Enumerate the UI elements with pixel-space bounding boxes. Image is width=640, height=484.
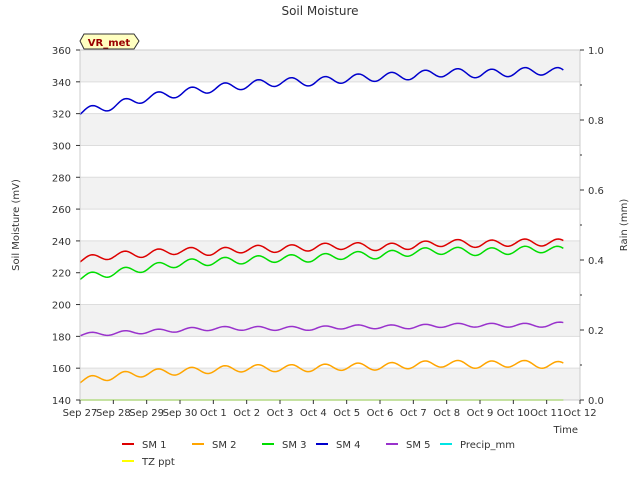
legend: SM 1 SM 2 SM 3 SM 4 SM 5 Precip_mm TZ ppt bbox=[122, 440, 515, 468]
y-tick-label: 160 bbox=[52, 364, 71, 375]
legend-label: TZ ppt bbox=[141, 457, 175, 468]
y-tick-label: 340 bbox=[52, 78, 71, 89]
legend-label: SM 4 bbox=[336, 440, 361, 451]
x-tick-label: Oct 6 bbox=[367, 408, 394, 419]
x-tick-label: Oct 1 bbox=[200, 408, 227, 419]
y2-axis-label: Rain (mm) bbox=[619, 199, 630, 252]
station-badge-label: VR_met bbox=[88, 38, 131, 49]
grid-band bbox=[80, 177, 580, 210]
grid-band bbox=[80, 368, 580, 400]
y-tick-label: 140 bbox=[52, 396, 71, 407]
y-tick-label: 300 bbox=[52, 141, 71, 152]
chart-container: Soil Moisture 140 160 180 200 220 240 260 280 30… bbox=[0, 0, 640, 480]
x-tick-label: Oct 5 bbox=[333, 408, 360, 419]
y2-tick-label: 0.4 bbox=[588, 256, 604, 267]
x-axis-label: Time bbox=[553, 425, 578, 436]
x-tick-label: Oct 2 bbox=[233, 408, 260, 419]
x-tick-label: Oct 3 bbox=[267, 408, 294, 419]
y2-tick-label: 0.2 bbox=[588, 326, 604, 337]
legend-label: SM 1 bbox=[142, 440, 167, 451]
y-tick-label: 360 bbox=[52, 46, 71, 57]
y-axis-label: Soil Moisture (mV) bbox=[11, 179, 22, 271]
station-badge: VR_met bbox=[79, 33, 140, 50]
x-tick-label: Oct 9 bbox=[467, 408, 494, 419]
y2-tick-label: 0.8 bbox=[588, 116, 604, 127]
y-tick-label: 280 bbox=[52, 173, 71, 184]
legend-label: SM 5 bbox=[406, 440, 431, 451]
x-tick-label: Oct 4 bbox=[300, 408, 327, 419]
y-tick-label: 220 bbox=[52, 269, 71, 280]
soil-moisture-chart: Soil Moisture 140 160 180 200 220 240 260 280 30… bbox=[11, 4, 630, 468]
y2-tick-label: 0.0 bbox=[588, 396, 604, 407]
y2-tick-label: 0.6 bbox=[588, 186, 604, 197]
legend-label: Precip_mm bbox=[460, 440, 515, 451]
y-tick-label: 260 bbox=[52, 205, 71, 216]
chart-title: Soil Moisture bbox=[281, 4, 358, 18]
x-tick-label: Oct 7 bbox=[400, 408, 427, 419]
grid-band bbox=[80, 113, 580, 146]
legend-label: SM 2 bbox=[212, 440, 237, 451]
x-tick-label: Oct 12 bbox=[563, 408, 596, 419]
y2-tick-label: 1.0 bbox=[588, 46, 604, 57]
y-tick-label: 180 bbox=[52, 332, 71, 343]
legend-label: SM 3 bbox=[282, 440, 307, 451]
y-tick-label: 320 bbox=[52, 110, 71, 121]
x-tick-label: Sep 30 bbox=[163, 408, 198, 419]
plot-frame bbox=[79, 49, 581, 401]
y-tick-label: 200 bbox=[52, 301, 71, 312]
x-tick-label: Oct 10 bbox=[497, 408, 530, 419]
x-tick-label: Oct 8 bbox=[433, 408, 460, 419]
x-tick-label: Sep 29 bbox=[129, 408, 164, 419]
x-tick-label: Sep 28 bbox=[96, 408, 131, 419]
grid-band bbox=[80, 304, 580, 337]
x-tick-label: Sep 27 bbox=[63, 408, 98, 419]
y-tick-label: 240 bbox=[52, 237, 71, 248]
x-tick-label: Oct 11 bbox=[530, 408, 563, 419]
